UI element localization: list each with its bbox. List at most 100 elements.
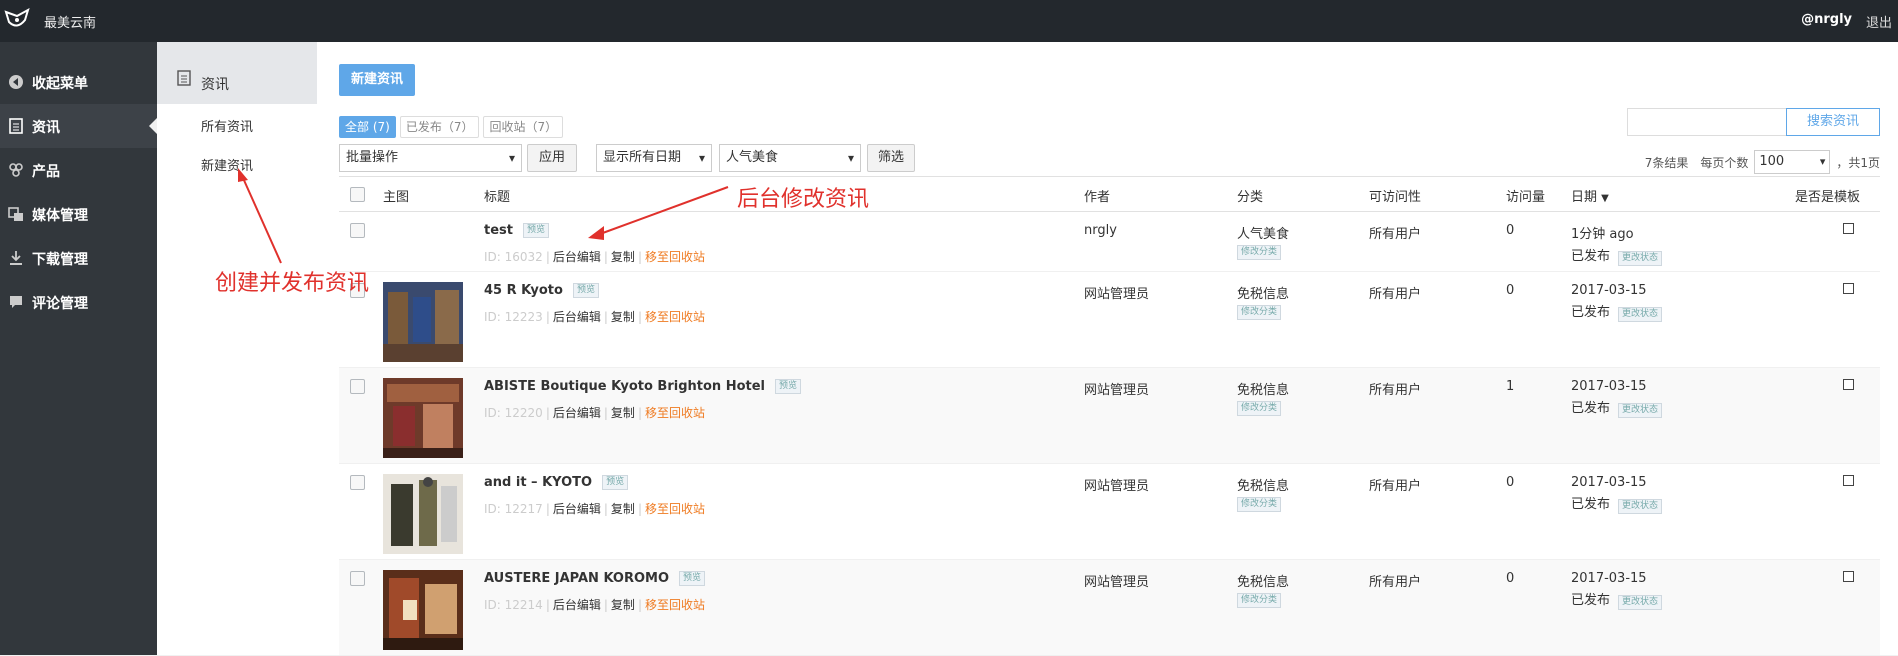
- bulk-action-select[interactable]: 批量操作: [339, 144, 522, 172]
- sidebar-item-news[interactable]: 资讯: [0, 104, 157, 148]
- trash-link[interactable]: 移至回收站: [645, 310, 705, 324]
- preview-tag[interactable]: 预览: [775, 379, 802, 394]
- per-page-select[interactable]: 100: [1754, 150, 1831, 174]
- apply-button[interactable]: 应用: [527, 144, 577, 172]
- template-checkbox[interactable]: [1843, 571, 1854, 582]
- column-title[interactable]: 标题: [484, 186, 510, 205]
- sidebar-item-downloads[interactable]: 下载管理: [0, 236, 157, 280]
- trash-link[interactable]: 移至回收站: [645, 502, 705, 516]
- filter-trash[interactable]: 回收站（7）: [483, 116, 564, 138]
- copy-link[interactable]: 复制: [611, 502, 635, 516]
- row-checkbox[interactable]: [350, 571, 365, 586]
- sidebar-item-media[interactable]: 媒体管理: [0, 192, 157, 236]
- change-status-button[interactable]: 更改状态: [1618, 307, 1663, 322]
- post-author[interactable]: 网站管理员: [1084, 379, 1149, 398]
- category-name[interactable]: 免税信息: [1237, 479, 1289, 494]
- search-input[interactable]: [1627, 108, 1789, 136]
- template-checkbox[interactable]: [1843, 475, 1854, 486]
- thumbnail-image[interactable]: [383, 570, 463, 650]
- filter-published[interactable]: 已发布（7）: [399, 116, 480, 138]
- change-status-button[interactable]: 更改状态: [1618, 595, 1663, 610]
- preview-tag[interactable]: 预览: [522, 223, 549, 238]
- change-status-button[interactable]: 更改状态: [1618, 251, 1663, 266]
- active-caret: [149, 118, 157, 134]
- new-news-button[interactable]: 新建资讯: [339, 64, 415, 96]
- copy-link[interactable]: 复制: [611, 598, 635, 612]
- subnav-new-news[interactable]: 新建资讯: [201, 155, 253, 174]
- date-value: 2017-03-15: [1571, 283, 1647, 298]
- edit-link[interactable]: 后台编辑: [553, 310, 601, 324]
- filter-button[interactable]: 筛选: [867, 144, 915, 172]
- trash-link[interactable]: 移至回收站: [645, 598, 705, 612]
- change-status-button[interactable]: 更改状态: [1618, 499, 1663, 514]
- copy-link[interactable]: 复制: [611, 250, 635, 264]
- site-name[interactable]: 最美云南: [44, 12, 96, 31]
- sidebar-item-collapse[interactable]: 收起菜单: [0, 60, 157, 104]
- change-category-button[interactable]: 修改分类: [1237, 305, 1282, 320]
- preview-tag[interactable]: 预览: [602, 475, 629, 490]
- preview-tag[interactable]: 预览: [572, 283, 599, 298]
- category-name[interactable]: 免税信息: [1237, 575, 1289, 590]
- row-checkbox[interactable]: [350, 379, 365, 394]
- category-name[interactable]: 免税信息: [1237, 287, 1289, 302]
- copy-link[interactable]: 复制: [611, 406, 635, 420]
- filter-all[interactable]: 全部 (7): [339, 116, 396, 138]
- edit-link[interactable]: 后台编辑: [553, 598, 601, 612]
- post-title-text[interactable]: test: [484, 223, 513, 238]
- post-views: 0: [1506, 475, 1515, 490]
- trash-link[interactable]: 移至回收站: [645, 406, 705, 420]
- date-filter-select[interactable]: 显示所有日期: [596, 144, 712, 172]
- edit-link[interactable]: 后台编辑: [553, 406, 601, 420]
- category-name[interactable]: 人气美食: [1237, 227, 1289, 242]
- logo-icon[interactable]: [4, 8, 30, 32]
- change-status-button[interactable]: 更改状态: [1618, 403, 1663, 418]
- post-author[interactable]: 网站管理员: [1084, 283, 1149, 302]
- post-title[interactable]: test 预览: [484, 223, 549, 238]
- sidebar-item-label: 下载管理: [32, 252, 88, 268]
- post-author[interactable]: 网站管理员: [1084, 475, 1149, 494]
- category-name[interactable]: 免税信息: [1237, 383, 1289, 398]
- user-name[interactable]: @nrgly: [1801, 12, 1852, 27]
- post-title[interactable]: 45 R Kyoto 预览: [484, 283, 599, 298]
- thumbnail-image[interactable]: [383, 474, 463, 554]
- change-category-button[interactable]: 修改分类: [1237, 245, 1282, 260]
- post-title-text[interactable]: ABISTE Boutique Kyoto Brighton Hotel: [484, 379, 765, 394]
- post-title[interactable]: AUSTERE JAPAN KOROMO 预览: [484, 571, 706, 586]
- row-checkbox[interactable]: [350, 223, 365, 238]
- date-value: 2017-03-15: [1571, 379, 1647, 394]
- change-category-button[interactable]: 修改分类: [1237, 593, 1282, 608]
- logout-link[interactable]: 退出: [1866, 12, 1892, 31]
- template-checkbox[interactable]: [1843, 223, 1854, 234]
- thumbnail-image[interactable]: [383, 378, 463, 458]
- post-views: 0: [1506, 223, 1515, 238]
- edit-link[interactable]: 后台编辑: [553, 250, 601, 264]
- post-author[interactable]: nrgly: [1084, 223, 1117, 238]
- edit-link[interactable]: 后台编辑: [553, 502, 601, 516]
- date-value: 2017-03-15: [1571, 475, 1647, 490]
- category-filter-select[interactable]: 人气美食: [719, 144, 861, 172]
- select-all-checkbox[interactable]: [350, 187, 365, 202]
- post-title-text[interactable]: and it – KYOTO: [484, 475, 592, 490]
- post-title[interactable]: ABISTE Boutique Kyoto Brighton Hotel 预览: [484, 379, 802, 394]
- column-author: 作者: [1084, 190, 1111, 205]
- template-checkbox[interactable]: [1843, 283, 1854, 294]
- template-checkbox[interactable]: [1843, 379, 1854, 390]
- thumbnail-image[interactable]: [383, 282, 463, 362]
- change-category-button[interactable]: 修改分类: [1237, 401, 1282, 416]
- sidebar-item-comments[interactable]: 评论管理: [0, 280, 157, 324]
- post-title-text[interactable]: AUSTERE JAPAN KOROMO: [484, 571, 669, 586]
- change-category-button[interactable]: 修改分类: [1237, 497, 1282, 512]
- copy-link[interactable]: 复制: [611, 310, 635, 324]
- trash-link[interactable]: 移至回收站: [645, 250, 705, 264]
- preview-tag[interactable]: 预览: [679, 571, 706, 586]
- post-author[interactable]: 网站管理员: [1084, 571, 1149, 590]
- column-category: 分类: [1237, 190, 1264, 205]
- subnav-all-news[interactable]: 所有资讯: [201, 116, 253, 135]
- row-checkbox[interactable]: [350, 475, 365, 490]
- sidebar-item-products[interactable]: 产品: [0, 148, 157, 192]
- post-title[interactable]: and it – KYOTO 预览: [484, 475, 629, 490]
- column-date[interactable]: 日期 ▼: [1571, 186, 1609, 205]
- post-views: 1: [1506, 379, 1515, 394]
- search-button[interactable]: 搜索资讯: [1786, 108, 1880, 136]
- post-title-text[interactable]: 45 R Kyoto: [484, 283, 563, 298]
